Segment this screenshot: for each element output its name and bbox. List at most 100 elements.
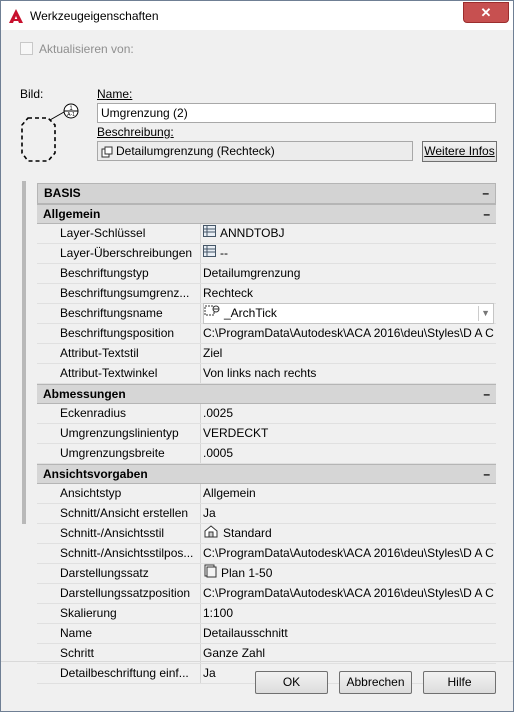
- property-value-cell[interactable]: C:\ProgramData\Autodesk\ACA 2016\deu\Sty…: [203, 584, 494, 603]
- column-divider: [200, 624, 201, 643]
- property-value-cell[interactable]: C:\ProgramData\Autodesk\ACA 2016\deu\Sty…: [203, 324, 494, 343]
- property-value: Plan 1-50: [221, 566, 273, 581]
- row-indent: [37, 444, 55, 463]
- autocad-logo-icon: [9, 9, 23, 23]
- property-value-cell[interactable]: _ArchTick ▼: [203, 303, 494, 324]
- column-divider: [200, 444, 201, 463]
- property-row[interactable]: Skalierung 1:100: [37, 604, 496, 624]
- property-value-cell[interactable]: .0025: [203, 404, 494, 423]
- row-indent: [37, 604, 55, 623]
- title-bar[interactable]: Werkzeugeigenschaften ✕: [1, 1, 513, 30]
- property-row[interactable]: Umgrenzungsbreite .0005: [37, 444, 496, 464]
- property-row[interactable]: Beschriftungsname _ArchTick ▼: [37, 303, 496, 324]
- property-row[interactable]: Layer-Schlüssel ANNDTOBJ: [37, 224, 496, 244]
- property-value-cell[interactable]: Detailumgrenzung: [203, 264, 494, 283]
- collapse-icon[interactable]: –: [482, 184, 489, 203]
- property-value: ANNDTOBJ: [220, 226, 285, 240]
- description-label: Beschreibung:: [97, 125, 174, 139]
- property-value-cell[interactable]: Plan 1-50: [203, 564, 494, 584]
- row-indent: [37, 504, 55, 523]
- column-divider: [200, 504, 201, 523]
- property-grid-body: BASIS – Allgemein – Layer-Schlüssel ANNDTOB…: [37, 183, 496, 684]
- property-value: Ja: [203, 666, 216, 680]
- property-name: Layer-Überschreibungen: [60, 246, 193, 260]
- property-row[interactable]: Attribut-Textwinkel Von links nach rechts: [37, 364, 496, 384]
- property-row[interactable]: Schnitt/Ansicht erstellen Ja: [37, 504, 496, 524]
- property-row[interactable]: Umgrenzungslinientyp VERDECKT: [37, 424, 496, 444]
- name-label: Name:: [97, 87, 133, 101]
- collapse-icon[interactable]: –: [483, 205, 490, 223]
- property-row[interactable]: Name Detailausschnitt: [37, 624, 496, 644]
- property-value-cell[interactable]: 1:100: [203, 604, 494, 623]
- property-name: Attribut-Textwinkel: [60, 366, 158, 380]
- property-value-cell[interactable]: VERDECKT: [203, 424, 494, 443]
- collapse-icon[interactable]: –: [483, 385, 490, 403]
- row-indent: [37, 664, 55, 683]
- property-row[interactable]: Attribut-Textstil Ziel: [37, 344, 496, 364]
- category-label: Ansichtsvorgaben: [43, 467, 148, 481]
- column-divider: [200, 344, 201, 363]
- property-value-cell[interactable]: Standard: [203, 524, 494, 544]
- column-divider: [200, 304, 201, 323]
- cancel-button[interactable]: Abbrechen: [339, 671, 412, 694]
- property-name: Umgrenzungsbreite: [60, 446, 165, 460]
- property-value: Von links nach rechts: [203, 366, 317, 380]
- ok-button[interactable]: OK: [255, 671, 328, 694]
- property-value-cell[interactable]: Von links nach rechts: [203, 364, 494, 383]
- property-row[interactable]: Schnitt-/Ansichtsstilpos... C:\ProgramDat…: [37, 544, 496, 564]
- update-from-checkbox[interactable]: [20, 42, 33, 56]
- property-value: VERDECKT: [203, 426, 269, 440]
- svg-text:A-1: A-1: [67, 112, 75, 118]
- property-value-cell[interactable]: Ziel: [203, 344, 494, 363]
- property-row[interactable]: Layer-Überschreibungen --: [37, 244, 496, 264]
- property-row[interactable]: Darstellungssatzposition C:\ProgramData\A…: [37, 584, 496, 604]
- category-basis[interactable]: BASIS –: [37, 183, 496, 204]
- property-row[interactable]: Beschriftungsumgrenz... Rechteck: [37, 284, 496, 304]
- property-row[interactable]: Darstellungssatz Plan 1-50: [37, 564, 496, 584]
- footer-divider: [1, 661, 513, 662]
- property-value-cell[interactable]: ANNDTOBJ: [203, 224, 494, 243]
- property-row[interactable]: Beschriftungsposition C:\ProgramData\Auto…: [37, 324, 496, 344]
- property-name: Darstellungssatzposition: [60, 586, 191, 600]
- property-row[interactable]: Beschriftungstyp Detailumgrenzung: [37, 264, 496, 284]
- property-row[interactable]: Ansichtstyp Allgemein: [37, 484, 496, 504]
- property-row[interactable]: Eckenradius .0025: [37, 404, 496, 424]
- column-divider: [200, 544, 201, 563]
- column-divider: [200, 224, 201, 243]
- category-abmessungen[interactable]: Abmessungen –: [37, 384, 496, 404]
- help-button[interactable]: Hilfe: [423, 671, 496, 694]
- property-value-cell[interactable]: Detailausschnitt: [203, 624, 494, 643]
- property-value-cell[interactable]: .0005: [203, 444, 494, 463]
- section-style-icon: [203, 524, 219, 544]
- column-divider: [200, 264, 201, 283]
- property-row[interactable]: Schnitt-/Ansichtsstil Standard: [37, 524, 496, 544]
- property-value-cell[interactable]: C:\ProgramData\Autodesk\ACA 2016\deu\Sty…: [203, 544, 494, 563]
- category-allgemein[interactable]: Allgemein –: [37, 204, 496, 224]
- grid-scrollbar[interactable]: [22, 181, 26, 524]
- row-indent: [37, 224, 55, 243]
- property-value-cell[interactable]: --: [203, 244, 494, 263]
- description-field[interactable]: Detailumgrenzung (Rechteck): [97, 141, 413, 161]
- name-input[interactable]: [97, 103, 496, 123]
- close-button[interactable]: ✕: [463, 2, 509, 23]
- column-divider: [200, 664, 201, 683]
- property-name: Detailbeschriftung einf...: [60, 666, 189, 680]
- property-name: Skalierung: [60, 606, 117, 620]
- property-value-cell[interactable]: Ja: [203, 504, 494, 523]
- preview-label: Bild:: [20, 87, 44, 101]
- property-grid: BASIS – Allgemein – Layer-Schlüssel ANNDTOB…: [22, 181, 498, 684]
- category-ansichtsvorgaben[interactable]: Ansichtsvorgaben –: [37, 464, 496, 484]
- more-info-button[interactable]: Weitere Infos: [422, 141, 497, 162]
- tool-properties-dialog: Werkzeugeigenschaften ✕ Aktualisieren vo…: [0, 0, 514, 712]
- layer-override-icon: [203, 244, 216, 263]
- property-value-cell[interactable]: Rechteck: [203, 284, 494, 303]
- property-value: .0025: [203, 406, 234, 420]
- chevron-down-icon[interactable]: ▼: [481, 304, 490, 323]
- property-value: Allgemein: [203, 486, 256, 500]
- category-label: Abmessungen: [43, 387, 126, 401]
- row-indent: [37, 544, 55, 563]
- collapse-icon[interactable]: –: [483, 465, 490, 483]
- property-value: 1:100: [203, 606, 234, 620]
- property-value-cell[interactable]: Allgemein: [203, 484, 494, 503]
- display-set-icon: [203, 564, 217, 584]
